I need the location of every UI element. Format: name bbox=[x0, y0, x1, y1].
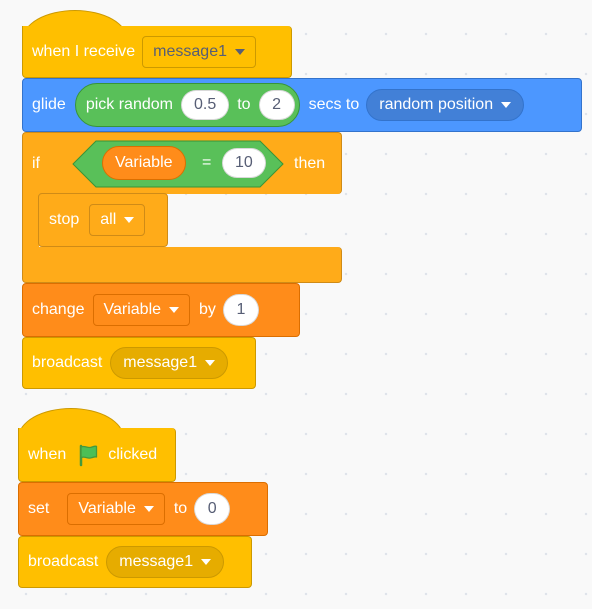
stop-block[interactable]: stop all bbox=[38, 193, 168, 247]
secs-to-label: secs to bbox=[308, 96, 360, 113]
compare-value-input[interactable]: 10 bbox=[222, 148, 266, 178]
chevron-down-icon bbox=[124, 217, 135, 223]
by-label: by bbox=[199, 301, 216, 318]
broadcast-label: broadcast bbox=[28, 553, 99, 570]
glide-target-dropdown[interactable]: random position bbox=[366, 89, 525, 121]
message-dropdown-value: message1 bbox=[153, 42, 227, 60]
broadcast-message-dropdown[interactable]: message1 bbox=[106, 546, 225, 578]
when-i-receive-block[interactable]: when I receive message1 bbox=[22, 26, 292, 78]
chevron-down-icon bbox=[501, 102, 512, 108]
stop-option-value: all bbox=[100, 211, 117, 228]
when-i-receive-label: when I receive bbox=[32, 42, 136, 60]
if-label: if bbox=[32, 154, 40, 172]
green-flag-icon bbox=[80, 444, 98, 466]
random-to-label: to bbox=[237, 96, 251, 113]
chevron-down-icon bbox=[235, 48, 245, 55]
chevron-down-icon bbox=[169, 307, 180, 313]
when-label: when bbox=[28, 445, 67, 463]
pick-random-reporter[interactable]: pick random 0.5 to 2 bbox=[74, 83, 300, 127]
message-dropdown[interactable]: message1 bbox=[142, 35, 256, 68]
stop-label: stop bbox=[49, 211, 80, 228]
random-from-input[interactable]: 0.5 bbox=[180, 90, 230, 120]
glide-target-value: random position bbox=[379, 96, 494, 113]
variable-reporter[interactable]: Variable bbox=[102, 146, 186, 180]
change-label: change bbox=[32, 301, 85, 318]
broadcast-block[interactable]: broadcast message1 bbox=[18, 536, 252, 588]
broadcast-block[interactable]: broadcast message1 bbox=[22, 337, 256, 389]
change-by-input[interactable]: 1 bbox=[222, 294, 259, 326]
chevron-down-icon bbox=[201, 559, 212, 565]
broadcast-message-value: message1 bbox=[119, 553, 194, 570]
set-label: set bbox=[28, 500, 50, 517]
clicked-label: clicked bbox=[108, 445, 158, 463]
variable-reporter-label: Variable bbox=[115, 154, 173, 171]
set-variable-dropdown[interactable]: Variable bbox=[67, 493, 165, 525]
change-variable-value: Variable bbox=[103, 301, 162, 318]
broadcast-label: broadcast bbox=[32, 354, 103, 371]
chevron-down-icon bbox=[143, 506, 154, 512]
glide-label: glide bbox=[32, 96, 66, 113]
stop-option-dropdown[interactable]: all bbox=[89, 204, 146, 236]
broadcast-message-dropdown[interactable]: message1 bbox=[110, 347, 229, 379]
if-block-arm bbox=[22, 193, 39, 249]
broadcast-message-value: message1 bbox=[123, 354, 198, 371]
set-variable-value: Variable bbox=[78, 500, 136, 517]
change-variable-dropdown[interactable]: Variable bbox=[92, 294, 191, 326]
set-value-input[interactable]: 0 bbox=[194, 493, 231, 525]
then-label: then bbox=[294, 154, 326, 172]
set-to-label: to bbox=[173, 500, 188, 517]
pick-random-label: pick random bbox=[85, 96, 173, 113]
when-flag-clicked-block[interactable]: when clicked bbox=[18, 428, 176, 482]
glide-block[interactable]: glide pick random 0.5 to 2 secs to rando… bbox=[22, 78, 582, 132]
change-variable-block[interactable]: change Variable by 1 bbox=[22, 283, 300, 337]
if-block-bottom[interactable] bbox=[22, 247, 342, 283]
equals-sign: = bbox=[202, 154, 212, 171]
set-variable-block[interactable]: set Variable to 0 bbox=[18, 482, 268, 536]
chevron-down-icon bbox=[205, 360, 216, 366]
random-to-input[interactable]: 2 bbox=[258, 90, 295, 120]
